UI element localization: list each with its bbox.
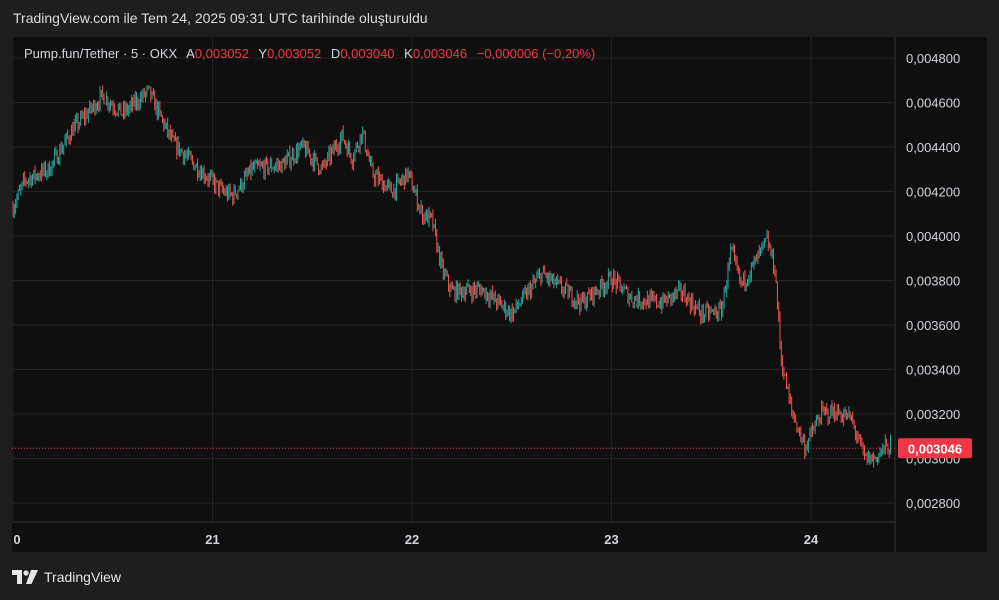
last-price-label: 0,003046	[908, 441, 962, 456]
open-value: 0,003052	[194, 46, 249, 61]
low-value: 0,003040	[340, 46, 395, 61]
y-tick-label: 0,003600	[906, 318, 960, 333]
x-tick-label: 23	[604, 532, 618, 547]
y-tick-label: 0,004000	[906, 229, 960, 244]
change-value: −0,000006 (−0,20%)	[476, 46, 596, 61]
y-tick-label: 0,004600	[906, 96, 960, 111]
footer-brand[interactable]: TradingView	[12, 569, 121, 585]
tradingview-logo-icon	[12, 570, 38, 584]
x-tick-label: 0	[13, 532, 20, 547]
x-tick-label: 21	[205, 532, 219, 547]
high-label: Y	[258, 46, 268, 61]
y-tick-label: 0,004200	[906, 185, 960, 200]
open-label: A	[186, 46, 195, 61]
y-tick-label: 0,003800	[906, 274, 960, 289]
low-label: D	[330, 46, 341, 61]
y-tick-label: 0,003200	[906, 407, 960, 422]
candles	[12, 85, 891, 468]
candlestick-chart[interactable]: 0,004800 0,004600 0,004400 0,004200 0,004000…	[0, 0, 999, 600]
y-tick-label: 0,004400	[906, 140, 960, 155]
x-tick-label: 22	[405, 532, 419, 547]
close-value: 0,003046	[412, 46, 468, 61]
y-tick-label: 0,002800	[906, 496, 960, 511]
close-label: K	[404, 46, 413, 61]
y-tick-label: 0,003400	[906, 363, 960, 378]
y-tick-label: 0,004800	[906, 51, 960, 66]
brand-name: TradingView	[44, 569, 122, 585]
high-value: 0,003052	[267, 46, 322, 61]
symbol-legend: Pump.fun/Tether · 5 · OKX A0,003052 Y0,0…	[24, 46, 595, 61]
symbol-name[interactable]: Pump.fun/Tether · 5 · OKX	[24, 46, 177, 61]
x-tick-label: 24	[804, 532, 819, 547]
